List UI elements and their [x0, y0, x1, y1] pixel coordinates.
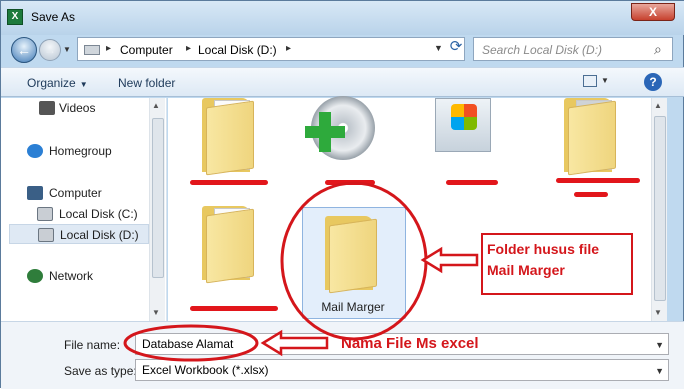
help-icon[interactable]: ?	[644, 73, 662, 91]
refresh-icon[interactable]: ⟳	[447, 38, 465, 56]
save-type-select[interactable]: Excel Workbook (*.xlsx) ▼	[135, 359, 669, 381]
organize-button[interactable]: Organize ▼	[27, 76, 88, 90]
search-icon: ⌕	[654, 41, 662, 57]
sidebar-item-label: Local Disk (D:)	[60, 228, 139, 242]
chevron-right-icon[interactable]: ▸	[186, 43, 191, 54]
sidebar-item-label: Videos	[59, 101, 96, 115]
new-folder-button[interactable]: New folder	[118, 76, 175, 90]
sidebar-item-videos[interactable]: Videos	[1, 98, 151, 118]
sidebar-item-label: Computer	[49, 186, 102, 200]
chevron-down-icon: ▼	[79, 80, 88, 89]
sidebar-item-label: Local Disk (C:)	[59, 207, 138, 221]
scroll-up-icon[interactable]: ▲	[654, 101, 662, 110]
save-type-value[interactable]: Excel Workbook (*.xlsx)	[142, 363, 268, 377]
sidebar-scroll-thumb[interactable]	[152, 118, 164, 278]
folder-icon	[202, 206, 258, 284]
folder-icon	[564, 98, 620, 176]
address-dropdown-icon[interactable]: ▼	[434, 43, 443, 53]
excel-icon: X	[7, 9, 23, 25]
redacted-label	[574, 192, 608, 197]
computer-small-icon	[84, 45, 100, 55]
save-type-label: Save as type:	[64, 364, 137, 378]
title-bar: X Save As X	[1, 1, 684, 35]
redacted-label	[190, 180, 268, 185]
chevron-right-icon[interactable]: ▸	[106, 43, 111, 54]
sidebar-item-local-disk-d[interactable]: Local Disk (D:)	[9, 224, 149, 244]
navigation-bar: ← → ▼ ▸ Computer ▸ Local Disk (D:) ▸ ▼ ⟳…	[1, 35, 684, 65]
sidebar-item-label: Network	[49, 269, 94, 283]
breadcrumb-local-disk-d[interactable]: Local Disk (D:)	[198, 43, 277, 57]
folder-label: Mail Marger	[321, 300, 385, 314]
chevron-down-icon[interactable]: ▼	[655, 340, 664, 350]
homegroup-icon	[27, 144, 43, 158]
breadcrumb-computer[interactable]: Computer	[120, 43, 173, 57]
redacted-label	[325, 180, 375, 185]
folder-icon	[202, 98, 258, 176]
sidebar-item-homegroup[interactable]: Homegroup	[1, 141, 151, 161]
folder-note-line1: Folder husus file	[487, 241, 600, 257]
scroll-up-icon[interactable]: ▲	[152, 101, 160, 110]
file-list-scroll-thumb[interactable]	[654, 116, 666, 301]
close-button[interactable]: X	[631, 3, 675, 21]
drive-icon	[38, 228, 54, 242]
address-bar[interactable]: ▸ Computer ▸ Local Disk (D:) ▸ ▼	[77, 37, 465, 61]
back-button[interactable]: ←	[11, 37, 37, 63]
sidebar-item-local-disk-c[interactable]: Local Disk (C:)	[1, 204, 151, 224]
search-box[interactable]: Search Local Disk (D:) ⌕	[473, 37, 673, 61]
folder-note-line2: Mail Marger	[487, 262, 565, 278]
windows-logo-icon	[451, 104, 477, 130]
redacted-label	[190, 306, 278, 311]
video-icon	[39, 101, 55, 115]
forward-button[interactable]: →	[39, 39, 61, 61]
chevron-right-icon[interactable]: ▸	[286, 43, 291, 54]
save-as-dialog: X Save As X ← → ▼ ▸ Computer ▸ Local Dis…	[0, 0, 684, 389]
sidebar-scrollbar[interactable]: ▲ ▼	[149, 98, 165, 321]
folder-item-mail-marger[interactable]: Mail Marger	[302, 207, 406, 319]
scroll-down-icon[interactable]: ▼	[654, 308, 662, 317]
folder-icon	[325, 216, 381, 294]
network-icon	[27, 269, 43, 283]
search-input[interactable]: Search Local Disk (D:)	[482, 43, 602, 57]
organize-label: Organize	[27, 76, 76, 90]
scroll-down-icon[interactable]: ▼	[152, 308, 160, 317]
navigation-pane: Videos Homegroup Computer Local Disk (C:…	[1, 98, 167, 321]
sidebar-item-computer[interactable]: Computer	[1, 183, 151, 203]
sidebar-item-label: Homegroup	[49, 144, 112, 158]
redacted-label	[446, 180, 498, 185]
window-title: Save As	[31, 10, 76, 24]
sidebar-item-network[interactable]: Network	[1, 266, 151, 286]
redacted-label	[556, 178, 640, 183]
history-dropdown-icon[interactable]: ▼	[63, 45, 73, 55]
drive-icon	[37, 207, 53, 221]
save-options-panel: File name: Database Alamat ▼ Save as typ…	[1, 321, 684, 389]
filename-note: Nama File Ms excel	[341, 335, 479, 352]
file-list-scrollbar[interactable]: ▲ ▼	[651, 98, 667, 321]
file-name-input[interactable]: Database Alamat	[142, 337, 233, 351]
file-name-label: File name:	[64, 338, 121, 352]
chevron-down-icon[interactable]: ▼	[655, 366, 664, 376]
computer-icon	[27, 186, 43, 200]
